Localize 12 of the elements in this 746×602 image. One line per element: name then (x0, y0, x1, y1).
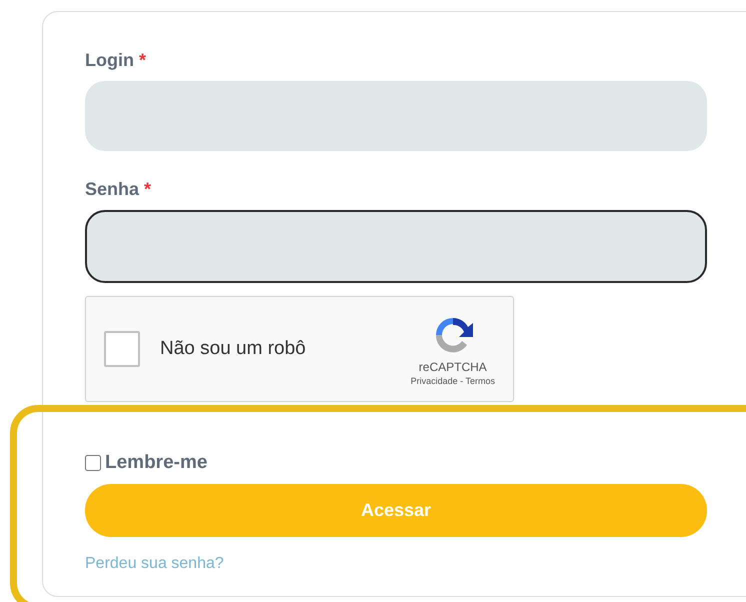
recaptcha-links[interactable]: Privacidade - Termos (410, 376, 495, 386)
forgot-password-link[interactable]: Perdeu sua senha? (85, 555, 224, 573)
field-label: Login * (85, 50, 147, 71)
recaptcha-brand: reCAPTCHA (418, 360, 487, 374)
captcha-checkbox[interactable] (104, 331, 140, 367)
submit-button[interactable]: Acessar (85, 484, 707, 537)
input-field[interactable] (85, 81, 707, 151)
field-label: Senha * (85, 179, 152, 200)
input-field[interactable] (85, 210, 707, 283)
captcha-label: Não sou um robô (160, 338, 307, 360)
remember-label: Lembre-me (105, 452, 208, 474)
remember-checkbox[interactable] (85, 455, 101, 471)
